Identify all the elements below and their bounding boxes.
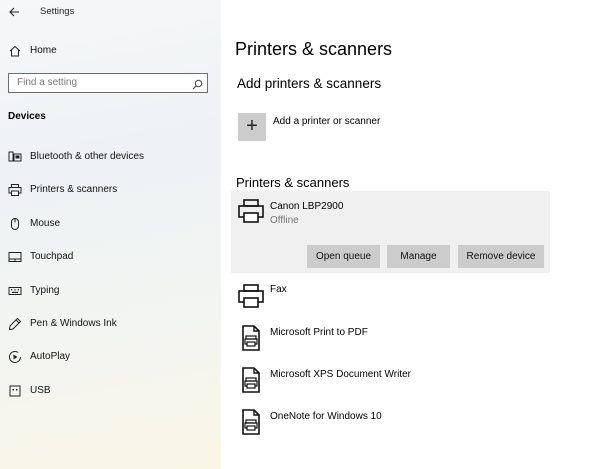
sidebar-item-typing[interactable]: Typing (0, 277, 221, 305)
back-arrow-icon (9, 7, 19, 17)
printer-icon (8, 183, 22, 197)
printer-name: Microsoft Print to PDF (270, 327, 368, 338)
bluetooth-devices-icon (8, 150, 22, 164)
sidebar-item-bluetooth[interactable]: Bluetooth & other devices (0, 143, 221, 171)
sidebar-item-label: Printers & scanners (30, 184, 118, 195)
back-button[interactable] (6, 4, 24, 20)
nav-home[interactable]: Home (0, 37, 221, 65)
printer-icon (237, 197, 265, 225)
app-title: Settings (40, 6, 75, 17)
search-input[interactable] (9, 74, 192, 91)
mouse-icon (8, 217, 22, 231)
sidebar-item-autoplay[interactable]: AutoPlay (0, 343, 221, 371)
printer-name: Fax (270, 284, 287, 295)
title-bar: Settings (0, 0, 221, 24)
fax-printer-icon (237, 282, 265, 310)
page-title: Printers & scanners (235, 39, 393, 59)
printer-name: OneNote for Windows 10 (270, 411, 382, 422)
home-icon (8, 44, 22, 58)
add-section-title: Add printers & scanners (237, 76, 382, 91)
autoplay-icon (8, 350, 22, 364)
remove-device-button[interactable]: Remove device (458, 245, 544, 268)
search-icon[interactable] (192, 77, 203, 90)
sidebar-item-label: AutoPlay (30, 351, 71, 362)
sidebar-item-touchpad[interactable]: Touchpad (0, 243, 221, 271)
document-printer-icon (237, 408, 265, 436)
usb-icon (8, 384, 22, 398)
manage-button[interactable]: Manage (387, 245, 450, 268)
section-title: Devices (8, 111, 46, 122)
touchpad-icon (8, 250, 22, 264)
pen-icon (8, 317, 22, 331)
search-box[interactable] (8, 73, 208, 93)
keyboard-icon (8, 284, 22, 298)
sidebar-item-pen[interactable]: Pen & Windows Ink (0, 310, 221, 338)
sidebar-item-label: Pen & Windows Ink (30, 318, 117, 329)
printer-name: Canon LBP2900 (270, 201, 344, 212)
sidebar-item-label: Typing (30, 285, 60, 296)
add-printer-label[interactable]: Add a printer or scanner (273, 116, 380, 127)
sidebar-item-usb[interactable]: USB (0, 377, 221, 405)
document-printer-icon (237, 366, 265, 394)
sidebar: Settings Home Devices Bluetooth & other … (0, 0, 221, 469)
document-printer-icon (237, 324, 265, 352)
main-content: Printers & scanners Add printers & scann… (221, 0, 600, 469)
plus-icon: + (246, 115, 258, 137)
sidebar-item-mouse[interactable]: Mouse (0, 210, 221, 238)
open-queue-button[interactable]: Open queue (307, 245, 380, 268)
sidebar-item-label: Touchpad (30, 251, 74, 262)
sidebar-item-printers[interactable]: Printers & scanners (0, 176, 221, 204)
sidebar-item-label: Mouse (30, 218, 61, 229)
sidebar-item-label: USB (30, 385, 51, 396)
printer-status: Offline (270, 215, 299, 226)
add-printer-button[interactable]: + (238, 113, 266, 141)
printers-list-title: Printers & scanners (236, 175, 350, 190)
printer-name: Microsoft XPS Document Writer (270, 369, 411, 380)
nav-home-label: Home (30, 45, 57, 56)
sidebar-item-label: Bluetooth & other devices (30, 151, 144, 162)
